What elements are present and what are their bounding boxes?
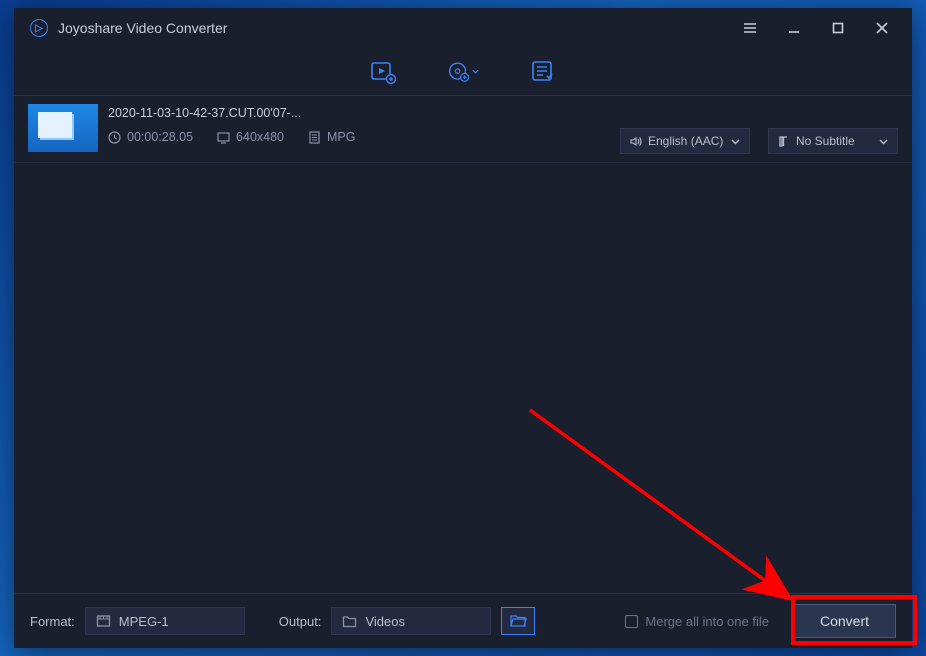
output-select[interactable]: Videos: [331, 607, 491, 635]
open-folder-icon: [510, 614, 527, 628]
chevron-down-icon: [472, 68, 479, 76]
format-value: MPEG-1: [119, 614, 169, 629]
convert-label: Convert: [820, 613, 869, 629]
audio-icon: [629, 135, 642, 148]
subtitle-icon: [777, 135, 790, 148]
file-row[interactable]: 2020-11-03-10-42-37.CUT.00'07-... 00:00:…: [14, 96, 912, 163]
subtitle-label: No Subtitle: [796, 134, 872, 148]
format-select[interactable]: MPEG-1: [85, 607, 245, 635]
close-button[interactable]: [860, 8, 904, 48]
format-icon: [96, 614, 111, 629]
menu-button[interactable]: [728, 8, 772, 48]
file-list: 2020-11-03-10-42-37.CUT.00'07-... 00:00:…: [14, 96, 912, 594]
add-video-button[interactable]: [367, 56, 399, 88]
toolbar: [14, 48, 912, 96]
task-list-button[interactable]: [527, 56, 559, 88]
folder-icon: [342, 614, 357, 629]
merge-checkbox[interactable]: Merge all into one file: [625, 614, 769, 629]
container-item: MPG: [308, 130, 355, 144]
minimize-button[interactable]: [772, 8, 816, 48]
hamburger-icon: [743, 21, 757, 35]
audio-track-label: English (AAC): [648, 134, 724, 148]
screen-icon: [217, 131, 230, 144]
add-video-icon: [370, 59, 396, 85]
container-value: MPG: [327, 130, 355, 144]
checkbox-box-icon: [625, 615, 638, 628]
minimize-icon: [787, 21, 801, 35]
video-thumbnail[interactable]: [28, 104, 98, 152]
maximize-button[interactable]: [816, 8, 860, 48]
subtitle-select[interactable]: No Subtitle: [768, 128, 898, 154]
app-logo-icon: ▷: [30, 19, 48, 37]
titlebar: ▷ Joyoshare Video Converter: [14, 8, 912, 48]
chevron-down-icon: [878, 136, 889, 147]
app-title: Joyoshare Video Converter: [58, 20, 227, 36]
output-label: Output:: [279, 614, 322, 629]
format-label: Format:: [30, 614, 75, 629]
add-disc-button[interactable]: [447, 56, 479, 88]
file-name: 2020-11-03-10-42-37.CUT.00'07-...: [108, 104, 356, 120]
resolution-item: 640x480: [217, 130, 284, 144]
file-icon: [308, 131, 321, 144]
resolution-value: 640x480: [236, 130, 284, 144]
audio-track-select[interactable]: English (AAC): [620, 128, 750, 154]
duration-value: 00:00:28.05: [127, 130, 193, 144]
convert-button[interactable]: Convert: [793, 604, 896, 638]
chevron-down-icon: [730, 136, 741, 147]
app-window: ▷ Joyoshare Video Converter: [14, 8, 912, 648]
duration-item: 00:00:28.05: [108, 130, 193, 144]
disc-icon: [447, 59, 470, 85]
bottombar: Format: MPEG-1 Output: Videos Merge all …: [14, 594, 912, 648]
clock-icon: [108, 131, 121, 144]
merge-label: Merge all into one file: [645, 614, 769, 629]
browse-output-button[interactable]: [501, 607, 535, 635]
maximize-icon: [831, 21, 845, 35]
task-list-icon: [530, 59, 556, 85]
close-icon: [875, 21, 889, 35]
output-value: Videos: [365, 614, 405, 629]
file-meta: 00:00:28.05 640x480 MPG: [108, 130, 356, 144]
file-info: 2020-11-03-10-42-37.CUT.00'07-... 00:00:…: [108, 104, 356, 144]
